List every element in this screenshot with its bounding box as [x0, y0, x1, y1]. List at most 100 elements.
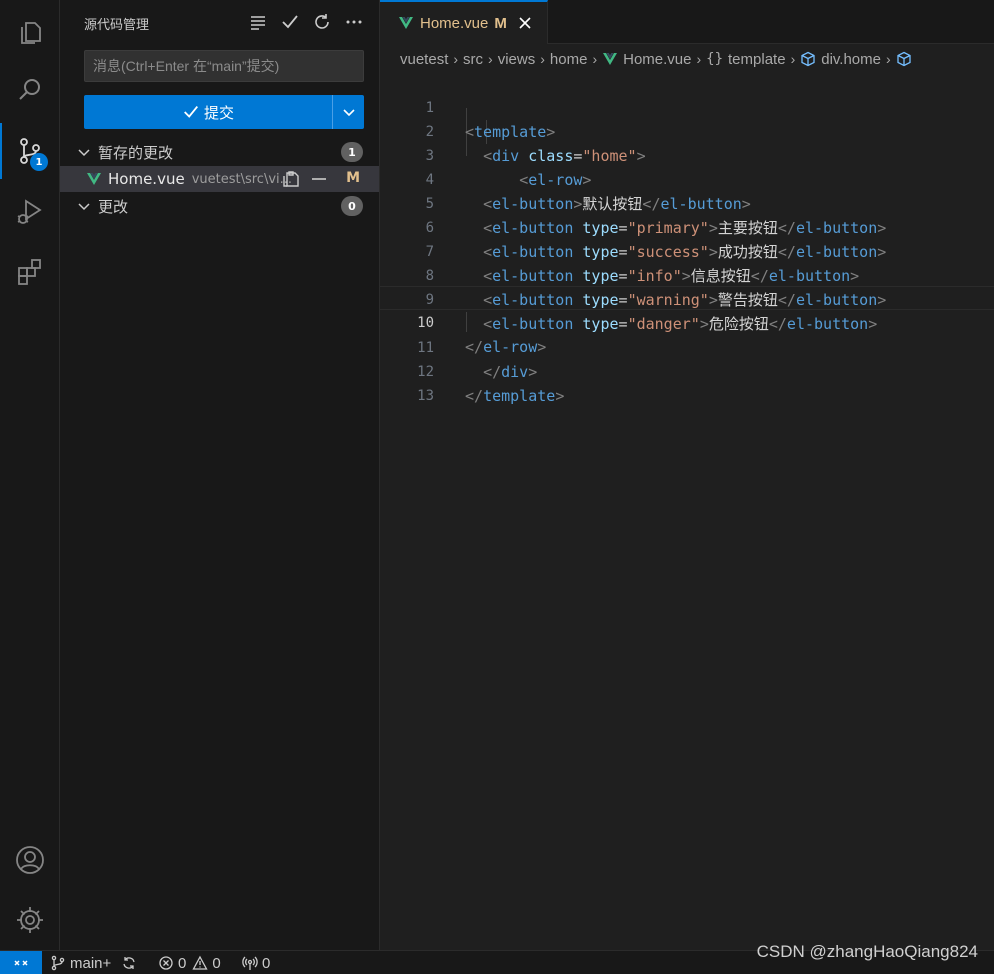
code-editor[interactable]: 1 <template> 2 <div class="home"> 3 <el-… [380, 72, 994, 950]
file-path: vuetest\src\vi... [191, 171, 292, 187]
scm-count-badge: 1 [30, 153, 48, 171]
gear-icon [17, 907, 43, 933]
ports-count: 0 [262, 954, 271, 972]
code-line: 5 <el-button type="primary">主要按钮</el-but… [380, 168, 994, 237]
tab-label: Home.vue [420, 14, 489, 32]
source-control-button[interactable]: 1 [0, 123, 60, 179]
commit-dropdown-button[interactable] [332, 95, 364, 129]
commit-message-input[interactable] [84, 50, 364, 82]
breadcrumb-item[interactable]: template [728, 51, 786, 68]
file-name: Home.vue [108, 170, 185, 188]
commit-check-button[interactable] [279, 10, 301, 34]
run-debug-button[interactable] [0, 183, 60, 239]
staged-file-row[interactable]: Home.vue vuetest\src\vi... M [60, 166, 379, 192]
code-line: 13 [380, 360, 994, 404]
broadcast-icon [242, 956, 258, 970]
run-debug-icon [17, 199, 42, 224]
chevron-right-icon: › [453, 51, 459, 67]
error-icon [159, 956, 173, 970]
chevron-right-icon: › [488, 51, 493, 67]
refresh-button[interactable] [311, 10, 333, 34]
braces-icon: {} [706, 51, 724, 67]
error-count: 0 [178, 954, 187, 972]
line-number: 13 [417, 388, 434, 404]
ellipsis-icon [346, 20, 362, 24]
problems-indicator[interactable]: 0 0 [158, 951, 221, 974]
cube-icon [801, 51, 815, 67]
code-line: 8 <el-button type="warning">警告按钮</el-but… [380, 240, 994, 309]
code-line: 7 <el-button type="info">信息按钮</el-button… [380, 216, 994, 285]
code-token: template [483, 387, 556, 405]
chevron-down-icon [78, 203, 90, 211]
code-line-current: 10 </el-row> [380, 286, 994, 356]
account-icon [16, 846, 44, 874]
cube-icon [897, 51, 911, 67]
remote-icon [14, 960, 28, 966]
vue-file-icon [603, 53, 618, 65]
vue-file-icon [87, 173, 101, 185]
staged-changes-header[interactable]: 暂存的更改 1 [60, 139, 379, 165]
code-line: 9 <el-button type="danger">危险按钮</el-butt… [380, 264, 994, 333]
chevron-down-icon [342, 109, 355, 117]
file-status-badge: M [346, 170, 360, 186]
sync-button[interactable] [121, 951, 141, 974]
files-icon [21, 22, 41, 44]
commit-button-label: 提交 [203, 103, 234, 122]
editor-tab-bar: Home.vue M [380, 0, 994, 44]
breadcrumb-item[interactable]: views [498, 51, 536, 68]
view-as-tree-button[interactable] [247, 10, 269, 34]
search-icon [19, 79, 40, 100]
breadcrumb-item[interactable]: home [550, 51, 588, 68]
changes-header[interactable]: 更改 0 [60, 193, 379, 219]
unstage-icon[interactable] [309, 169, 329, 189]
extensions-button[interactable] [0, 243, 60, 299]
commit-button[interactable]: 提交 [84, 95, 332, 129]
open-file-icon[interactable] [281, 169, 301, 189]
vue-file-icon [399, 17, 413, 29]
code-line: 12 </template> [380, 336, 994, 405]
accounts-button[interactable] [0, 832, 60, 888]
chevron-down-icon [78, 149, 90, 157]
chevron-right-icon: › [790, 51, 796, 67]
staged-count-badge: 1 [341, 142, 363, 162]
changes-label: 更改 [98, 197, 129, 216]
tab-home-vue[interactable]: Home.vue M [380, 0, 548, 44]
remote-indicator[interactable] [0, 951, 42, 974]
check-icon [184, 106, 198, 118]
breadcrumb-item[interactable]: Home.vue [623, 51, 691, 68]
close-icon[interactable] [517, 15, 533, 31]
code-line: 1 <template> [380, 72, 994, 141]
warning-icon [192, 955, 208, 970]
extensions-icon [18, 259, 41, 285]
file-actions [281, 169, 329, 189]
changes-count-badge: 0 [341, 196, 363, 216]
branch-indicator[interactable]: main+ [50, 951, 111, 974]
code-line: 11 </div> [380, 312, 994, 381]
chevron-right-icon: › [592, 51, 598, 67]
panel-title: 源代码管理 [84, 18, 150, 33]
source-control-panel: 源代码管理 提交 暂存的更改 1 Home.vue vuetest\src\vi… [60, 0, 380, 950]
code-line: 6 <el-button type="success">成功按钮</el-but… [380, 192, 994, 261]
refresh-icon [315, 14, 329, 29]
breadcrumb: vuetest › src › views › home › Home.vue … [400, 47, 917, 71]
breadcrumb-item[interactable]: div.home [821, 51, 881, 68]
chevron-right-icon: › [886, 51, 891, 67]
manage-button[interactable] [0, 892, 60, 948]
git-branch-icon [51, 955, 65, 971]
code-line: 4 <el-button>默认按钮</el-button> [380, 144, 994, 213]
breadcrumb-item[interactable]: vuetest [400, 51, 448, 68]
code-line: 2 <div class="home"> [380, 96, 994, 165]
breadcrumb-item[interactable]: src [463, 51, 483, 68]
chevron-right-icon: › [540, 51, 545, 67]
sync-icon [123, 957, 135, 969]
activity-bar: 1 [0, 0, 60, 950]
ports-indicator[interactable]: 0 [242, 951, 270, 974]
explorer-button[interactable] [0, 4, 60, 60]
code-line: 3 <el-row> [380, 120, 994, 189]
search-button[interactable] [0, 62, 60, 118]
warning-count: 0 [212, 954, 221, 972]
branch-name: main+ [70, 954, 112, 972]
more-actions-button[interactable] [343, 10, 365, 34]
chevron-right-icon: › [696, 51, 702, 67]
staged-changes-label: 暂存的更改 [98, 143, 174, 162]
